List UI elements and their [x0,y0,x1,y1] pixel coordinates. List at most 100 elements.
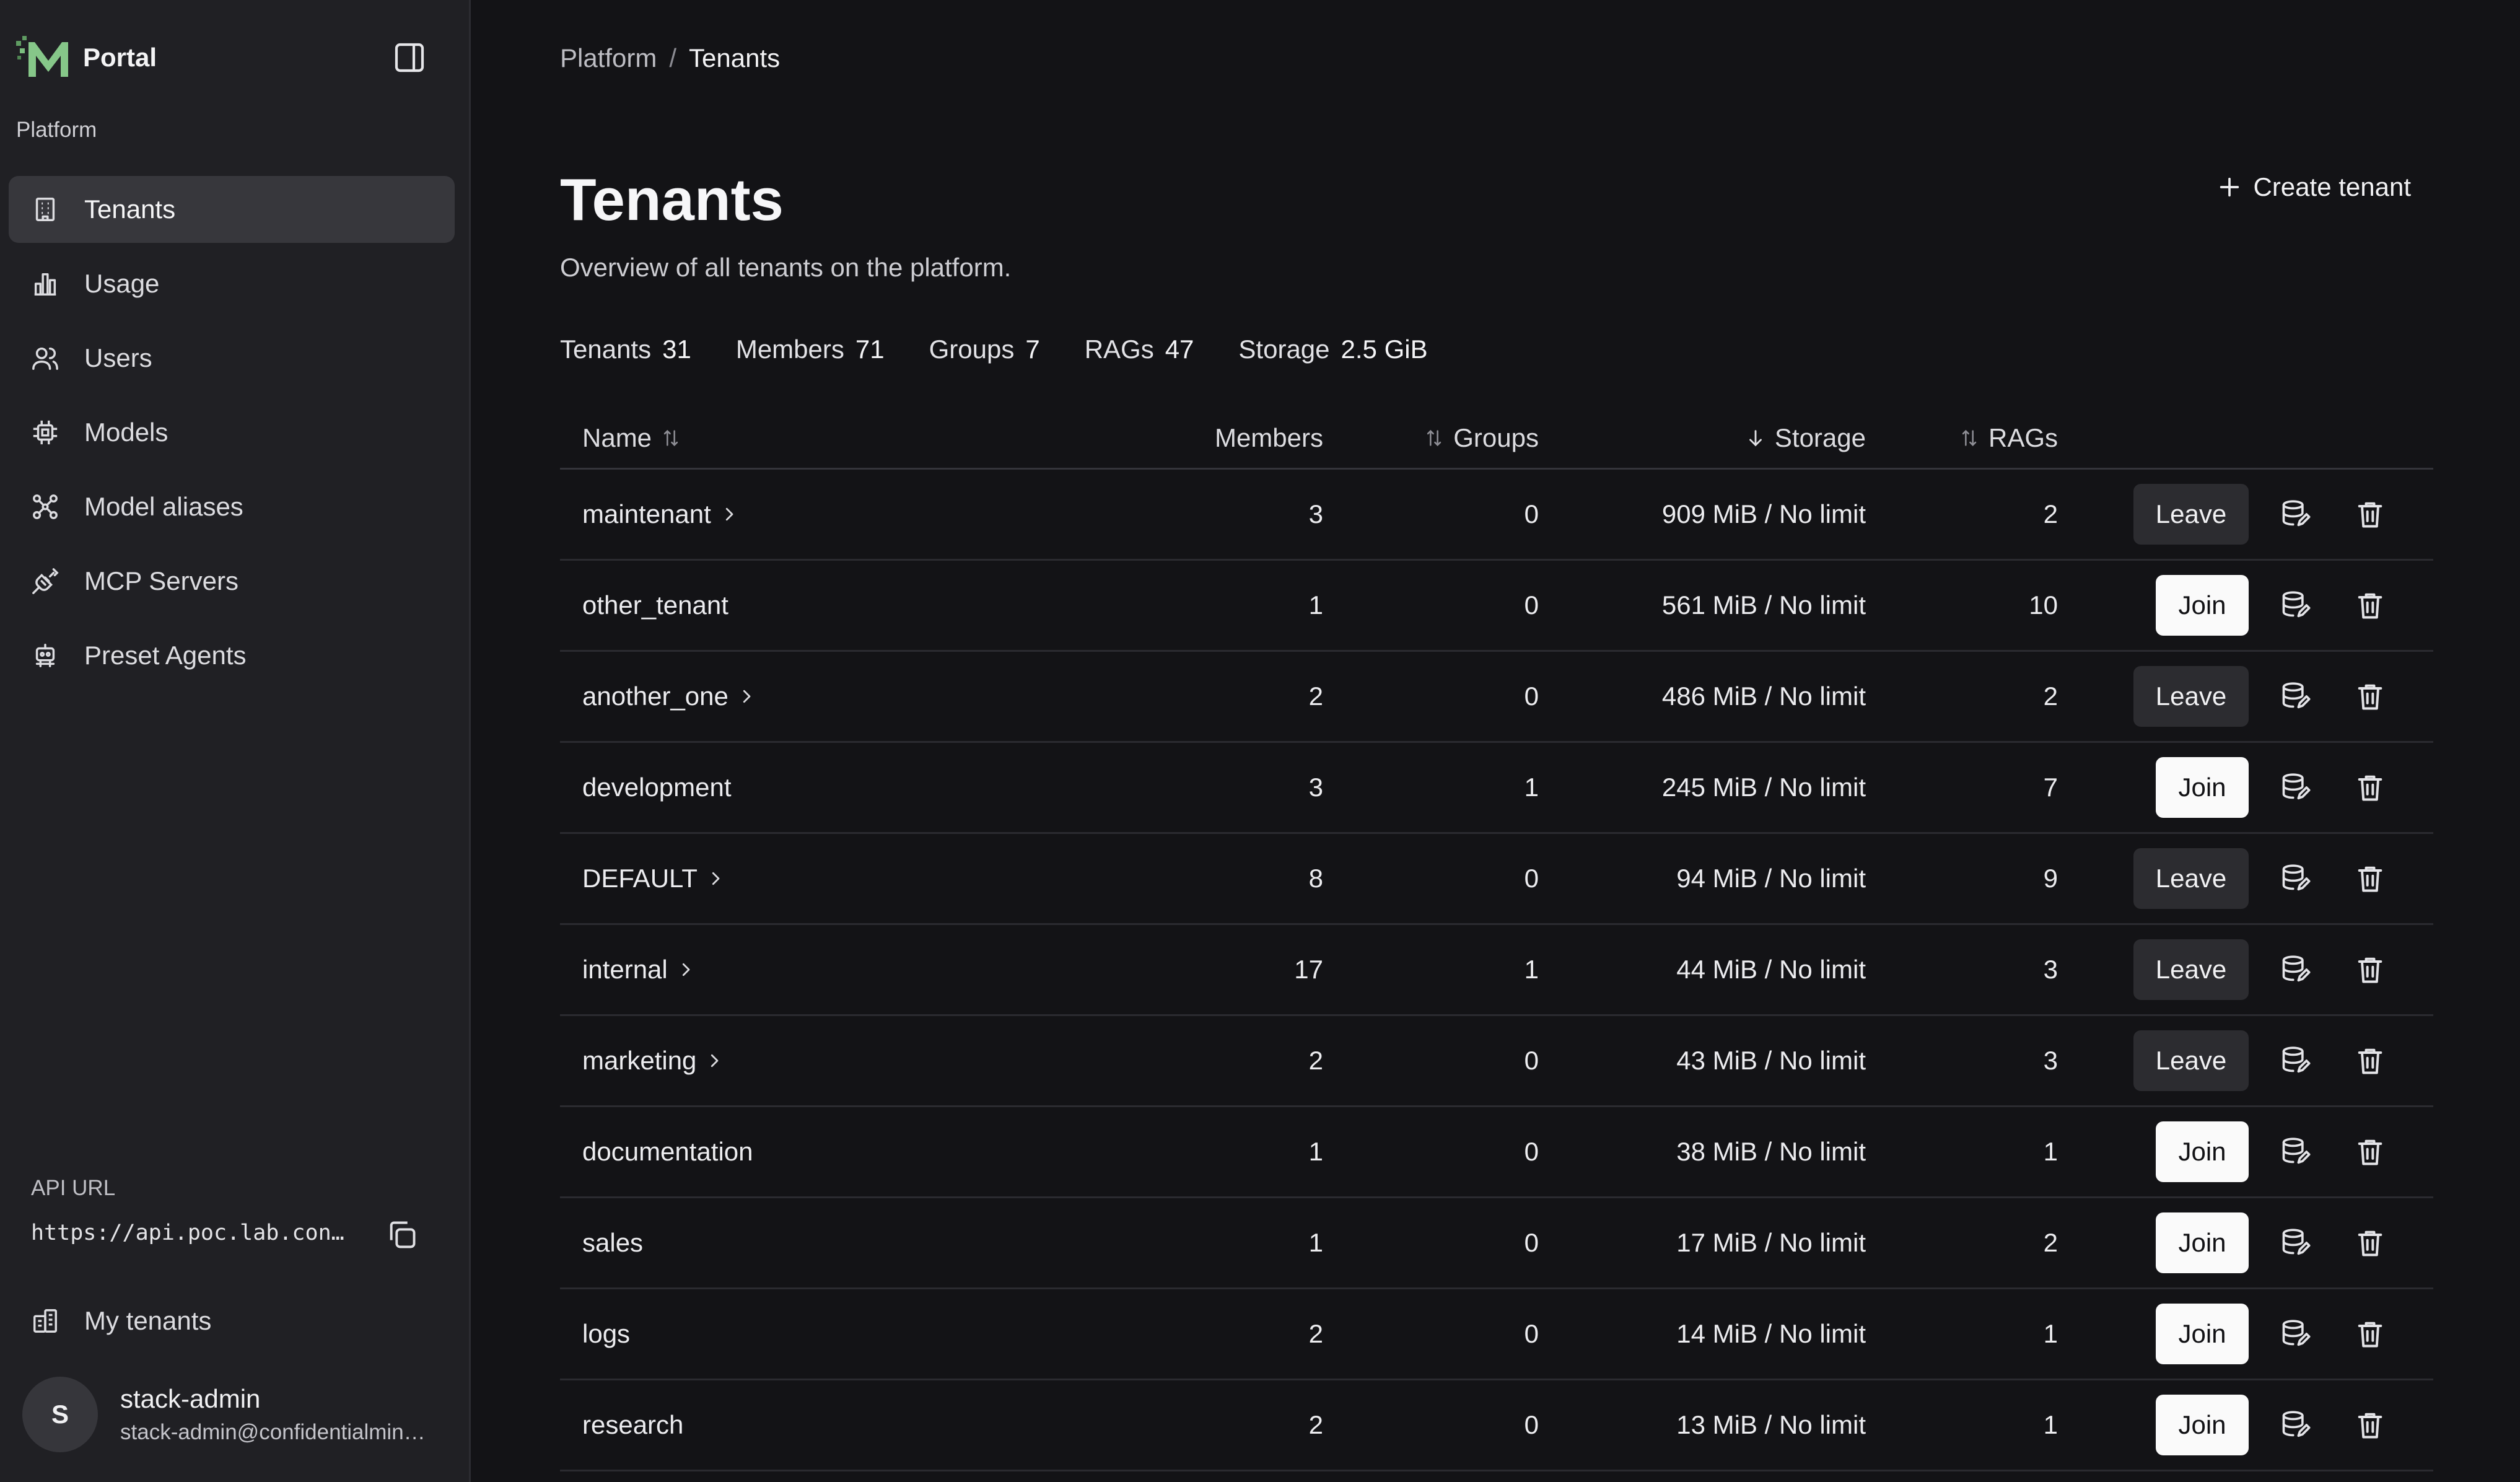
edit-storage-button[interactable] [2268,848,2323,909]
brand[interactable]: Portal [16,36,157,79]
breadcrumb-platform-link[interactable]: Platform [560,43,657,73]
leave-button[interactable]: Leave [2133,939,2249,1000]
delete-tenant-button[interactable] [2343,848,2397,909]
edit-storage-button[interactable] [2268,575,2323,636]
stat-value: 2.5 GiB [1341,335,1428,364]
tenant-name[interactable]: internal [582,955,668,984]
edit-storage-button[interactable] [2268,1030,2323,1091]
edit-storage-button[interactable] [2268,757,2323,818]
sidebar-item-model-aliases[interactable]: Model aliases [9,473,455,540]
column-members-header[interactable]: Members [1198,423,1323,453]
column-rags-header[interactable]: RAGs [1866,423,2058,453]
join-button[interactable]: Join [2156,757,2249,818]
sidebar-item-users[interactable]: Users [9,325,455,392]
table-row[interactable]: another_one 2 0 486 MiB / No limit 2 Leave [560,652,2433,743]
column-storage-header[interactable]: Storage [1539,423,1866,453]
sidebar-item-mcp-servers[interactable]: MCP Servers [9,548,455,615]
sidebar-toggle-button[interactable] [389,37,430,78]
groups-cell: 0 [1323,864,1539,893]
delete-tenant-button[interactable] [2343,1304,2397,1364]
table-row[interactable]: logs 2 0 14 MiB / No limit 1 Join [560,1289,2433,1380]
delete-tenant-button[interactable] [2343,666,2397,727]
edit-storage-button[interactable] [2268,666,2323,727]
table-row[interactable]: internal 17 1 44 MiB / No limit 3 Leave [560,925,2433,1016]
tenant-name-cell[interactable]: internal [560,955,1198,984]
table-row[interactable]: other_tenant 1 0 561 MiB / No limit 10 Join [560,561,2433,652]
sidebar-item-tenants[interactable]: Tenants [9,176,455,243]
groups-cell: 0 [1323,499,1539,529]
edit-storage-button[interactable] [2268,1212,2323,1273]
groups-cell-value: 0 [1524,1046,1539,1075]
members-cell-value: 1 [1308,1137,1323,1166]
robot-icon [35,644,55,667]
sidebar-item-usage[interactable]: Usage [9,250,455,317]
rags-cell: 3 [1866,1046,2058,1076]
members-cell: 2 [1198,682,1323,711]
database-edit-icon [2282,682,2311,709]
delete-tenant-button[interactable] [2343,939,2397,1000]
delete-tenant-button[interactable] [2343,1212,2397,1273]
column-groups-header[interactable]: Groups [1323,423,1539,453]
members-cell: 17 [1198,955,1323,984]
join-button[interactable]: Join [2156,1121,2249,1182]
delete-tenant-button[interactable] [2343,484,2397,545]
table-row[interactable]: documentation 1 0 38 MiB / No limit 1 Join [560,1107,2433,1198]
delete-tenant-button[interactable] [2343,1395,2397,1455]
leave-button[interactable]: Leave [2133,484,2249,545]
tenant-name-cell[interactable]: DEFAULT [560,864,1198,893]
groups-cell: 0 [1323,590,1539,620]
edit-storage-button[interactable] [2268,1395,2323,1455]
rags-cell-value: 1 [2043,1137,2058,1166]
chip-icon [33,420,58,445]
join-button[interactable]: Join [2156,1212,2249,1273]
edit-storage-button[interactable] [2268,484,2323,545]
storage-cell: 13 MiB / No limit [1539,1410,1866,1440]
members-cell: 3 [1198,773,1323,802]
rags-cell-value: 2 [2043,499,2058,528]
stat-label: RAGs [1084,335,1154,364]
trash-icon [2358,502,2382,528]
join-button[interactable]: Join [2156,1304,2249,1364]
rags-cell-value: 7 [2043,773,2058,802]
sidebar-item-models[interactable]: Models [9,399,455,466]
tenant-name-cell[interactable]: marketing [560,1046,1198,1076]
rags-cell: 2 [1866,1228,2058,1258]
create-tenant-button[interactable]: Create tenant [2217,164,2411,211]
table-row[interactable]: sales 1 0 17 MiB / No limit 2 Join [560,1198,2433,1289]
leave-button[interactable]: Leave [2133,666,2249,727]
user-profile[interactable]: S stack-admin stack-admin@confidentialmi… [22,1377,442,1452]
copy-api-url-button[interactable] [383,1216,421,1254]
stat-storage: Storage 2.5 GiB [1238,335,1427,364]
delete-tenant-button[interactable] [2343,757,2397,818]
delete-tenant-button[interactable] [2343,1030,2397,1091]
groups-cell-value: 0 [1524,499,1539,528]
table-row[interactable]: maintenant 3 0 909 MiB / No limit 2 Leave [560,470,2433,561]
join-button[interactable]: Join [2156,1395,2249,1455]
delete-tenant-button[interactable] [2343,575,2397,636]
tenant-name-cell[interactable]: another_one [560,682,1198,711]
storage-cell-value: 44 MiB / No limit [1676,955,1866,984]
edit-storage-button[interactable] [2268,939,2323,1000]
sidebar-item-preset-agents[interactable]: Preset Agents [9,622,455,689]
edit-storage-button[interactable] [2268,1304,2323,1364]
table-row[interactable]: research 2 0 13 MiB / No limit 1 Join [560,1380,2433,1471]
tenant-name-cell: sales [560,1228,1198,1258]
tenant-name[interactable]: DEFAULT [582,864,698,893]
table-row[interactable]: development 3 1 245 MiB / No limit 7 Join [560,743,2433,834]
leave-button[interactable]: Leave [2133,848,2249,909]
edit-storage-button[interactable] [2268,1121,2323,1182]
delete-tenant-button[interactable] [2343,1121,2397,1182]
tenant-name[interactable]: maintenant [582,499,711,529]
table-row[interactable]: marketing 2 0 43 MiB / No limit 3 Leave [560,1016,2433,1107]
chevron-right-icon [682,963,690,976]
column-name-header[interactable]: Name [560,423,1198,453]
leave-button[interactable]: Leave [2133,1030,2249,1091]
join-button[interactable]: Join [2156,575,2249,636]
storage-cell-value: 909 MiB / No limit [1661,499,1866,528]
tenant-name[interactable]: another_one [582,682,728,711]
tenant-name-cell[interactable]: maintenant [560,499,1198,529]
storage-cell: 14 MiB / No limit [1539,1319,1866,1349]
my-tenants-link[interactable]: My tenants [9,1289,455,1353]
table-row[interactable]: DEFAULT 8 0 94 MiB / No limit 9 Leave [560,834,2433,925]
tenant-name[interactable]: marketing [582,1046,696,1076]
